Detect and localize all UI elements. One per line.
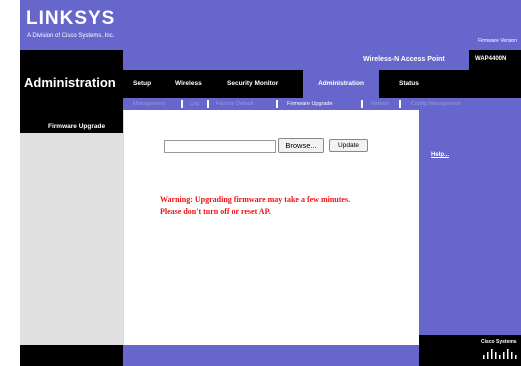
- header-bar: LINKSYS A Division of Cisco Systems, Inc…: [20, 0, 521, 50]
- product-name: Wireless-N Access Point: [363, 56, 445, 63]
- subtab-separator: [399, 100, 401, 108]
- subtab-separator: [181, 100, 183, 108]
- subtab-config-management[interactable]: Config Management: [411, 98, 461, 110]
- warning-line-1: Warning: Upgrading firmware may take a f…: [160, 195, 351, 204]
- main-tab-bar: Setup Wireless Security Monitor Administ…: [123, 70, 521, 98]
- section-label-firmware-upgrade: Firmware Upgrade: [48, 123, 106, 130]
- tab-status[interactable]: Status: [399, 70, 419, 98]
- footer-left: [20, 345, 123, 366]
- subtab-log[interactable]: Log: [190, 98, 199, 110]
- model-box: WAP4400N: [469, 50, 521, 70]
- warning-message: Warning: Upgrading firmware may take a f…: [160, 194, 410, 218]
- page: LINKSYS A Division of Cisco Systems, Inc…: [20, 0, 521, 366]
- subtab-management[interactable]: Management: [133, 98, 165, 110]
- firmware-version-label: Firmware Version: [478, 38, 517, 44]
- subtab-firmware-upgrade[interactable]: Firmware Upgrade: [287, 98, 333, 110]
- product-bar: Wireless-N Access Point WAP4400N: [123, 50, 521, 70]
- tab-wireless[interactable]: Wireless: [175, 70, 202, 98]
- model-name: WAP4400N: [475, 56, 507, 62]
- update-button[interactable]: Update: [329, 139, 368, 152]
- subtab-reboot[interactable]: Reboot: [371, 98, 389, 110]
- help-panel: Help... Cisco Systems: [419, 110, 521, 366]
- tab-security-monitor[interactable]: Security Monitor: [227, 70, 278, 98]
- linksys-logo: LINKSYS: [26, 8, 116, 29]
- help-footer: Cisco Systems: [419, 335, 521, 366]
- subtab-separator: [361, 100, 363, 108]
- footer-main: [123, 345, 419, 366]
- firmware-file-input[interactable]: [164, 140, 276, 153]
- main-content: Browse... Update Warning: Upgrading firm…: [123, 110, 419, 345]
- warning-line-2: Please don't turn off or reset AP.: [160, 207, 271, 216]
- tab-setup[interactable]: Setup: [133, 70, 151, 98]
- cisco-brand-text: Cisco Systems: [481, 339, 517, 345]
- logo-subtitle: A Division of Cisco Systems, Inc.: [27, 33, 115, 39]
- page-title: Administration: [24, 75, 116, 90]
- help-link[interactable]: Help...: [431, 152, 449, 158]
- browse-button[interactable]: Browse...: [278, 138, 324, 153]
- left-panel: [20, 120, 123, 345]
- sub-tab-bar: Management Log Factory Default Firmware …: [123, 98, 521, 110]
- cisco-logo-icon: [483, 349, 517, 359]
- subtab-factory-default[interactable]: Factory Default: [216, 98, 253, 110]
- subtab-separator: [207, 100, 209, 108]
- tab-administration[interactable]: Administration: [303, 70, 379, 98]
- subtab-separator: [276, 100, 278, 108]
